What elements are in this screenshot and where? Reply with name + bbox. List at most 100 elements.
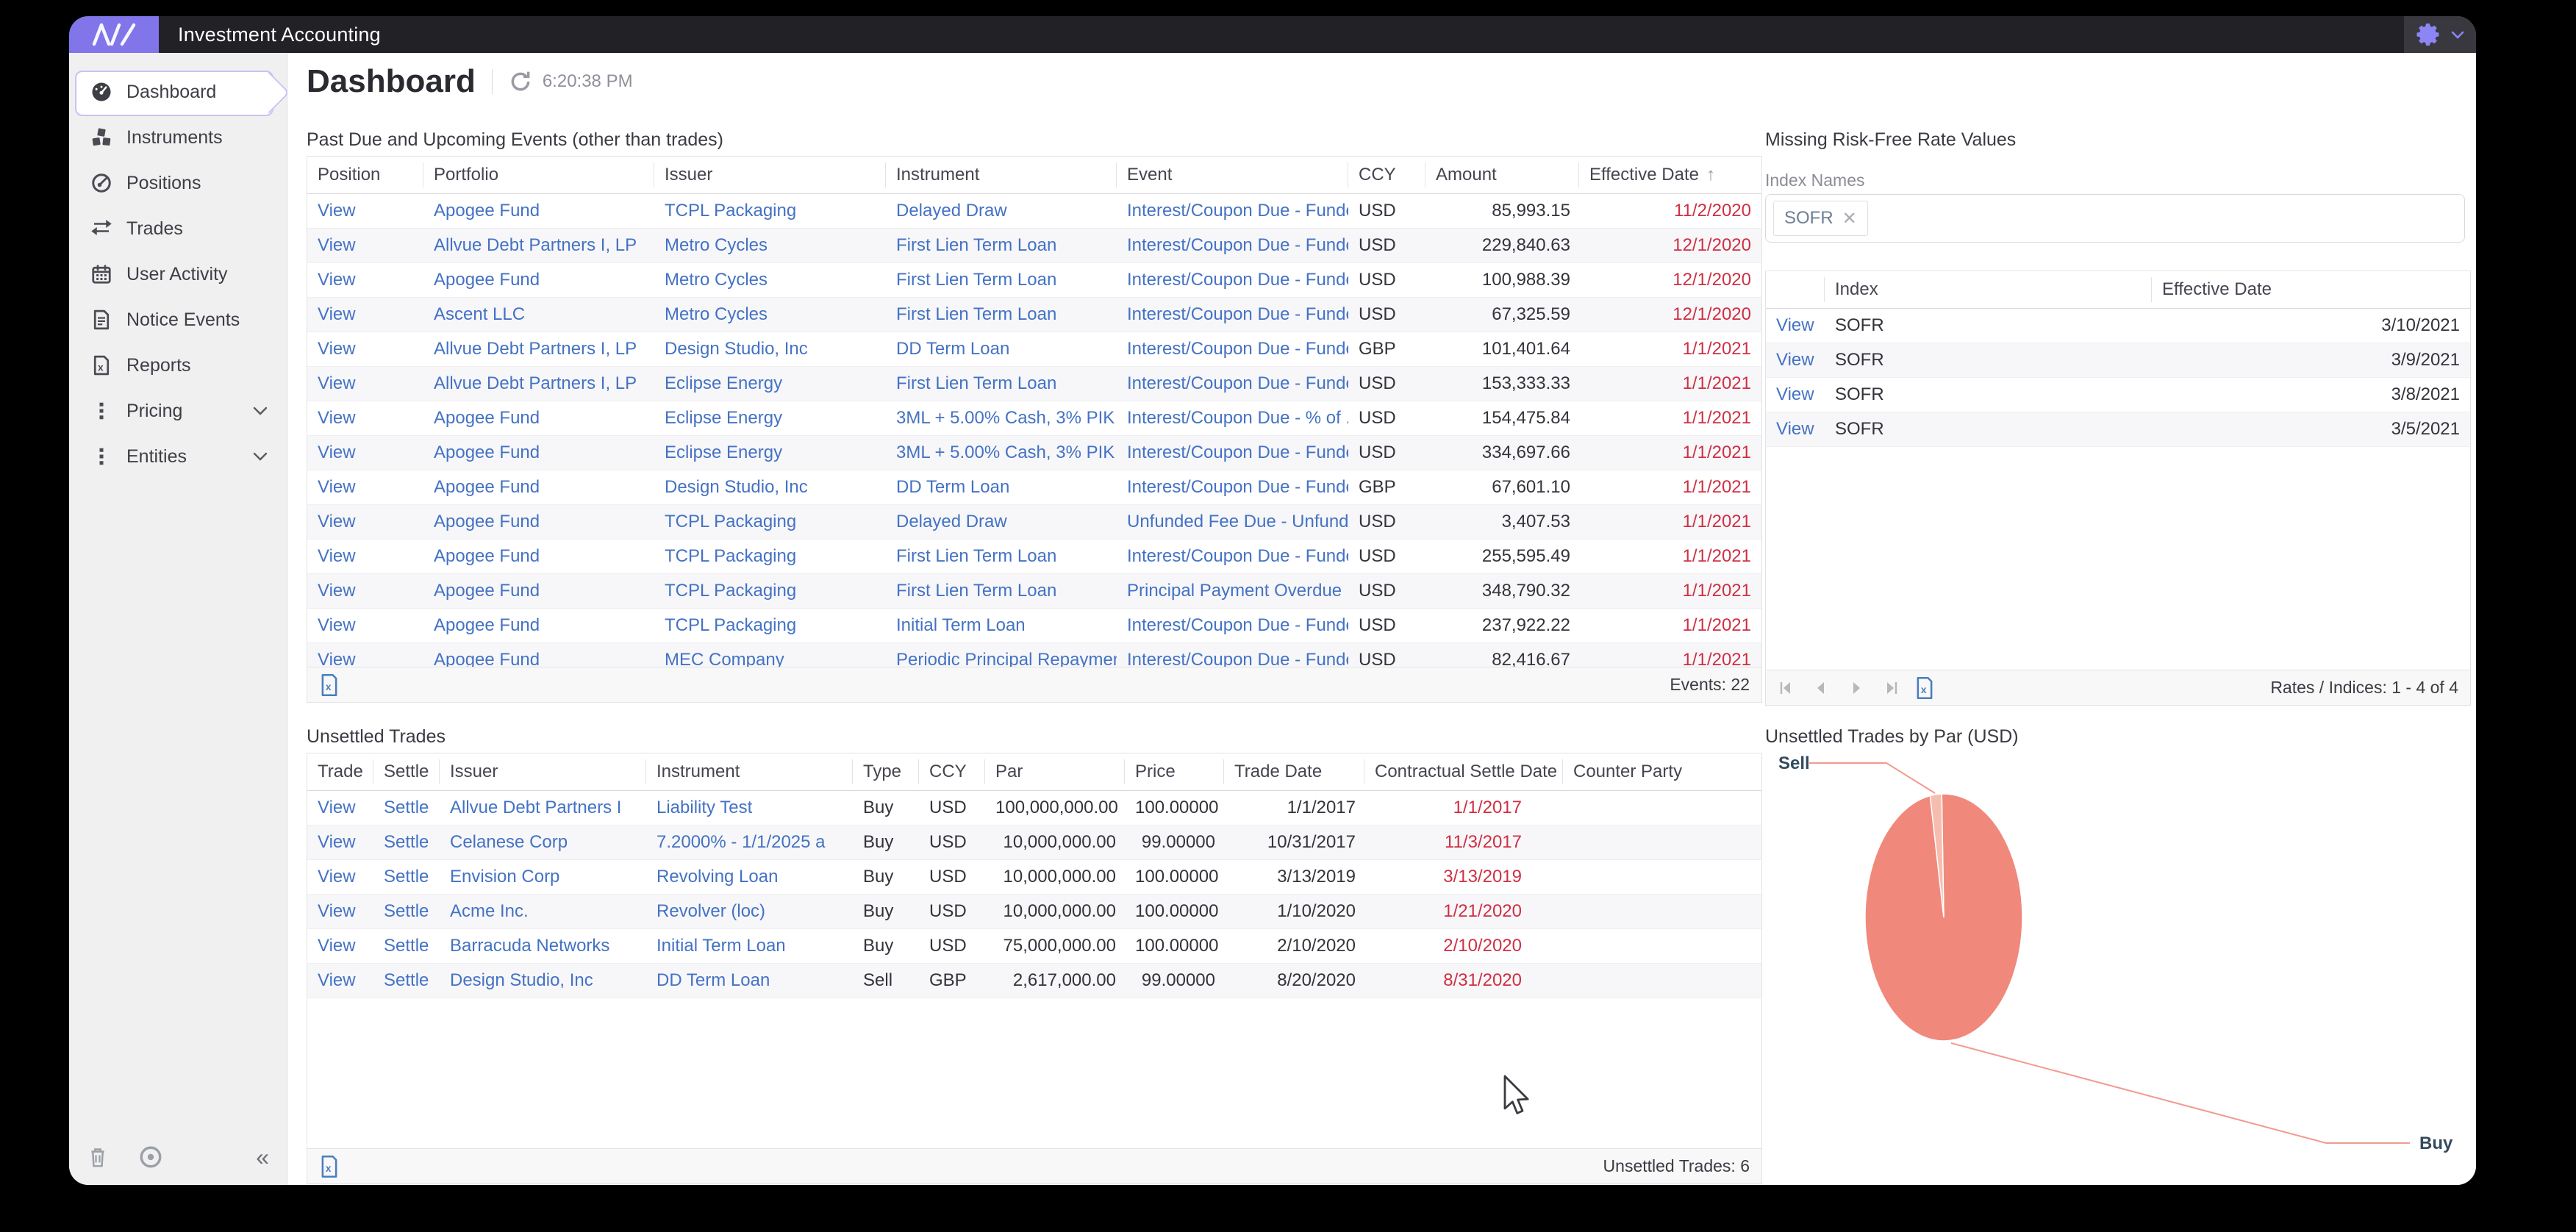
portfolio-link[interactable]: Apogee Fund: [423, 408, 654, 429]
view-link[interactable]: View: [307, 270, 423, 290]
event-link[interactable]: Interest/Coupon Due - Funded: [1117, 373, 1348, 394]
issuer-link[interactable]: Eclipse Energy: [654, 373, 886, 394]
column-header[interactable]: Type: [853, 759, 919, 784]
instrument-link[interactable]: First Lien Term Loan: [886, 235, 1117, 256]
view-link[interactable]: View: [1766, 315, 1825, 336]
instrument-link[interactable]: 3ML + 5.00% Cash, 3% PIK: [886, 443, 1117, 463]
column-header[interactable]: Instrument: [646, 759, 853, 784]
column-header[interactable]: CCY: [1348, 162, 1425, 187]
index-names-filter-input[interactable]: SOFR ✕: [1765, 194, 2465, 243]
view-link[interactable]: View: [307, 901, 373, 922]
portfolio-link[interactable]: Apogee Fund: [423, 512, 654, 532]
view-link[interactable]: View: [307, 615, 423, 636]
view-link[interactable]: View: [307, 798, 373, 818]
sidebar-item-instruments[interactable]: Instruments: [69, 115, 287, 160]
view-link[interactable]: View: [307, 408, 423, 429]
view-link[interactable]: View: [307, 443, 423, 463]
settle-link[interactable]: Settle: [373, 867, 440, 887]
instrument-link[interactable]: Revolving Loan: [646, 867, 853, 887]
event-link[interactable]: Interest/Coupon Due - Funded: [1117, 235, 1348, 256]
view-link[interactable]: View: [1766, 419, 1825, 440]
settle-link[interactable]: Settle: [373, 832, 440, 853]
column-header[interactable]: Trade Date: [1224, 759, 1364, 784]
column-header[interactable]: Issuer: [440, 759, 646, 784]
column-header[interactable]: CCY: [919, 759, 985, 784]
issuer-link[interactable]: Envision Corp: [440, 867, 646, 887]
view-link[interactable]: View: [307, 936, 373, 956]
issuer-link[interactable]: Metro Cycles: [654, 235, 886, 256]
view-link[interactable]: View: [307, 235, 423, 256]
issuer-link[interactable]: Acme Inc.: [440, 901, 646, 922]
portfolio-link[interactable]: Apogee Fund: [423, 443, 654, 463]
issuer-link[interactable]: Design Studio, Inc: [440, 970, 646, 991]
issuer-link[interactable]: Barracuda Networks: [440, 936, 646, 956]
column-header[interactable]: Counter Party: [1563, 759, 1760, 784]
instrument-link[interactable]: Initial Term Loan: [886, 615, 1117, 636]
column-header[interactable]: Par: [985, 759, 1125, 784]
view-link[interactable]: View: [1766, 350, 1825, 370]
prev-page-icon[interactable]: [1813, 680, 1829, 696]
instrument-link[interactable]: 3ML + 5.00% Cash, 3% PIK: [886, 408, 1117, 429]
settle-link[interactable]: Settle: [373, 970, 440, 991]
instrument-link[interactable]: 7.2000% - 1/1/2025 a: [646, 832, 853, 853]
instrument-link[interactable]: First Lien Term Loan: [886, 546, 1117, 567]
issuer-link[interactable]: Design Studio, Inc: [654, 339, 886, 359]
issuer-link[interactable]: TCPL Packaging: [654, 615, 886, 636]
issuer-link[interactable]: Celanese Corp: [440, 832, 646, 853]
portfolio-link[interactable]: Apogee Fund: [423, 615, 654, 636]
portfolio-link[interactable]: Ascent LLC: [423, 304, 654, 325]
issuer-link[interactable]: TCPL Packaging: [654, 512, 886, 532]
sidebar-item-user-activity[interactable]: User Activity: [69, 251, 287, 297]
event-link[interactable]: Unfunded Fee Due - Unfund...: [1117, 512, 1348, 532]
column-header[interactable]: Index: [1825, 277, 2152, 302]
sidebar-item-notice-events[interactable]: Notice Events: [69, 297, 287, 343]
column-header[interactable]: Effective Date: [2152, 277, 2469, 302]
issuer-link[interactable]: TCPL Packaging: [654, 201, 886, 221]
issuer-link[interactable]: Allvue Debt Partners I: [440, 798, 646, 818]
instrument-link[interactable]: First Lien Term Loan: [886, 373, 1117, 394]
sidebar-item-dashboard[interactable]: Dashboard: [69, 69, 287, 115]
portfolio-link[interactable]: Apogee Fund: [423, 201, 654, 221]
event-link[interactable]: Interest/Coupon Due - Funded: [1117, 201, 1348, 221]
last-page-icon[interactable]: [1883, 680, 1900, 696]
export-excel-icon[interactable]: x: [319, 1155, 340, 1178]
sidebar-item-pricing[interactable]: Pricing: [69, 388, 287, 434]
view-link[interactable]: View: [307, 832, 373, 853]
column-header[interactable]: Event: [1117, 162, 1348, 187]
event-link[interactable]: Principal Payment Overdue: [1117, 581, 1348, 601]
portfolio-link[interactable]: Apogee Fund: [423, 477, 654, 498]
sidebar-item-positions[interactable]: Positions: [69, 160, 287, 206]
settle-link[interactable]: Settle: [373, 901, 440, 922]
issuer-link[interactable]: TCPL Packaging: [654, 581, 886, 601]
sidebar-item-trades[interactable]: Trades: [69, 206, 287, 251]
column-header[interactable]: Issuer: [654, 162, 886, 187]
column-header[interactable]: Settle: [373, 759, 440, 784]
view-link[interactable]: View: [1766, 384, 1825, 405]
instrument-link[interactable]: DD Term Loan: [646, 970, 853, 991]
column-header[interactable]: Price: [1125, 759, 1224, 784]
instrument-link[interactable]: Delayed Draw: [886, 201, 1117, 221]
column-header[interactable]: Position: [307, 162, 423, 187]
settle-link[interactable]: Settle: [373, 936, 440, 956]
instrument-link[interactable]: First Lien Term Loan: [886, 581, 1117, 601]
column-header[interactable]: Portfolio: [423, 162, 654, 187]
refresh-icon[interactable]: [509, 70, 532, 93]
export-excel-icon[interactable]: x: [319, 673, 340, 697]
issuer-link[interactable]: TCPL Packaging: [654, 546, 886, 567]
settle-link[interactable]: Settle: [373, 798, 440, 818]
view-link[interactable]: View: [307, 867, 373, 887]
portfolio-link[interactable]: Allvue Debt Partners I, LP: [423, 373, 654, 394]
event-link[interactable]: Interest/Coupon Due - % of ...: [1117, 408, 1348, 429]
event-link[interactable]: Interest/Coupon Due - Funded: [1117, 270, 1348, 290]
issuer-link[interactable]: Design Studio, Inc: [654, 477, 886, 498]
instrument-link[interactable]: First Lien Term Loan: [886, 304, 1117, 325]
issuer-link[interactable]: Metro Cycles: [654, 304, 886, 325]
target-icon[interactable]: [138, 1145, 163, 1170]
sidebar-item-entities[interactable]: Entities: [69, 434, 287, 479]
view-link[interactable]: View: [307, 970, 373, 991]
view-link[interactable]: View: [307, 546, 423, 567]
column-header[interactable]: Contractual Settle Date: [1364, 759, 1563, 784]
export-excel-icon[interactable]: x: [1914, 676, 1935, 700]
portfolio-link[interactable]: Allvue Debt Partners I, LP: [423, 235, 654, 256]
instrument-link[interactable]: Delayed Draw: [886, 512, 1117, 532]
